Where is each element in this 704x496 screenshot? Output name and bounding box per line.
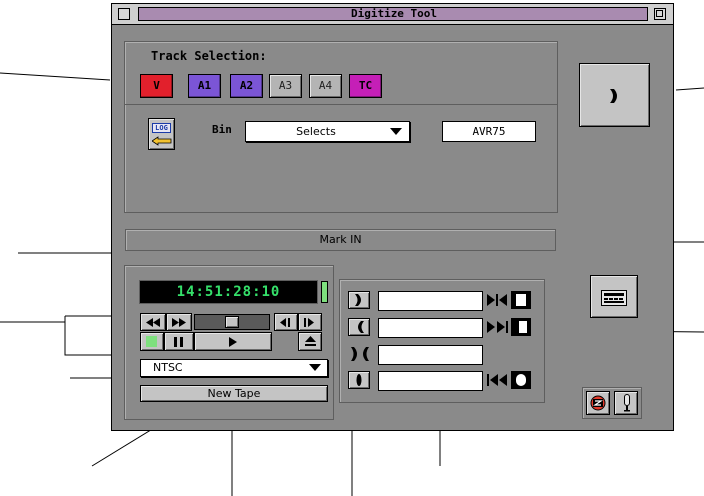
clear-in-button[interactable] — [511, 291, 531, 309]
fast-forward-button[interactable] — [166, 313, 192, 331]
mark-out-field[interactable] — [378, 318, 483, 338]
audio-icon — [356, 374, 362, 386]
play-icon — [229, 337, 237, 347]
stop-button[interactable] — [140, 332, 164, 351]
zoom-box[interactable] — [654, 8, 666, 20]
close-box[interactable] — [118, 8, 130, 20]
duration-icon — [351, 347, 369, 361]
timecode-display: 14:51:28:10 — [139, 280, 318, 304]
go-to-out-icon[interactable] — [487, 321, 509, 333]
clear-out-icon — [519, 321, 527, 333]
track-a4-button[interactable]: A4 — [309, 74, 342, 98]
go-to-in-icon[interactable] — [487, 294, 509, 306]
eject-button[interactable] — [298, 332, 322, 351]
rewind-button[interactable] — [140, 313, 166, 331]
resolution-field[interactable]: AVR75 — [442, 121, 536, 142]
clear-audio-button[interactable] — [511, 371, 531, 389]
fast-forward-icon — [172, 318, 186, 327]
step-forward-icon — [304, 318, 314, 327]
mark-in-button[interactable] — [348, 291, 370, 309]
bin-label: Bin — [212, 123, 232, 136]
status-bar: Mark IN — [125, 229, 556, 251]
mark-out-controls — [487, 318, 535, 336]
rewind-icon — [146, 318, 160, 327]
audio-input-button[interactable] — [614, 391, 638, 415]
chevron-down-icon — [309, 364, 321, 371]
video-format-value: NTSC — [153, 361, 183, 374]
deck-status-led — [321, 281, 328, 303]
new-tape-button[interactable]: New Tape — [140, 385, 328, 402]
log-label: LOG — [152, 123, 171, 133]
shuttle-slider-thumb[interactable] — [225, 316, 239, 328]
step-back-icon — [280, 318, 290, 327]
bin-dropdown-value: Selects — [296, 125, 336, 138]
digitize-tool-window: Digitize Tool Track Selection: V A1 A2 A… — [111, 3, 674, 431]
mark-in-icon — [610, 89, 617, 103]
clear-in-icon — [516, 294, 526, 306]
chevron-down-icon — [390, 128, 402, 135]
track-a2-button[interactable]: A2 — [230, 74, 263, 98]
shuttle-slider[interactable] — [194, 314, 270, 330]
resolution-value: AVR75 — [472, 125, 506, 138]
audio-field[interactable] — [378, 371, 483, 391]
track-v-button[interactable]: V — [140, 74, 173, 98]
mark-out-button[interactable] — [348, 318, 370, 336]
log-button[interactable]: LOG — [148, 118, 175, 150]
mark-in-controls — [487, 291, 535, 309]
mark-out-icon — [358, 321, 364, 333]
record-button[interactable] — [579, 63, 650, 127]
microphone-icon — [624, 394, 630, 412]
window-title: Digitize Tool — [350, 7, 438, 20]
step-back-button[interactable] — [274, 313, 298, 331]
panel-divider — [125, 104, 557, 105]
title-stripe: Digitize Tool — [138, 7, 648, 21]
status-message: Mark IN — [319, 233, 362, 246]
track-selection-label: Track Selection: — [151, 49, 267, 63]
stop-icon — [146, 336, 157, 347]
go-to-audio-icon[interactable] — [487, 374, 509, 386]
step-forward-button[interactable] — [298, 313, 322, 331]
bin-dropdown[interactable]: Selects — [245, 121, 410, 142]
timecode-value: 14:51:28:10 — [176, 284, 281, 300]
clear-audio-icon — [516, 374, 526, 386]
audio-button[interactable] — [348, 371, 370, 389]
video-input-icon — [590, 395, 606, 411]
duration-field[interactable] — [378, 345, 483, 365]
pause-button[interactable] — [164, 332, 194, 351]
video-format-dropdown[interactable]: NTSC — [140, 359, 328, 377]
title-bar[interactable]: Digitize Tool — [112, 4, 673, 25]
log-mode-button[interactable] — [590, 275, 638, 318]
track-a1-button[interactable]: A1 — [188, 74, 221, 98]
track-a3-button[interactable]: A3 — [269, 74, 302, 98]
play-button[interactable] — [194, 332, 272, 351]
eject-icon — [305, 336, 316, 346]
mark-in-icon — [355, 294, 361, 306]
tape-deck-icon — [601, 290, 627, 306]
video-input-button[interactable] — [586, 391, 610, 415]
mark-in-field[interactable] — [378, 291, 483, 311]
audio-controls — [487, 371, 535, 389]
arrow-left-icon — [152, 136, 172, 146]
track-tc-button[interactable]: TC — [349, 74, 382, 98]
clear-out-button[interactable] — [511, 318, 531, 336]
pause-icon — [174, 337, 183, 347]
